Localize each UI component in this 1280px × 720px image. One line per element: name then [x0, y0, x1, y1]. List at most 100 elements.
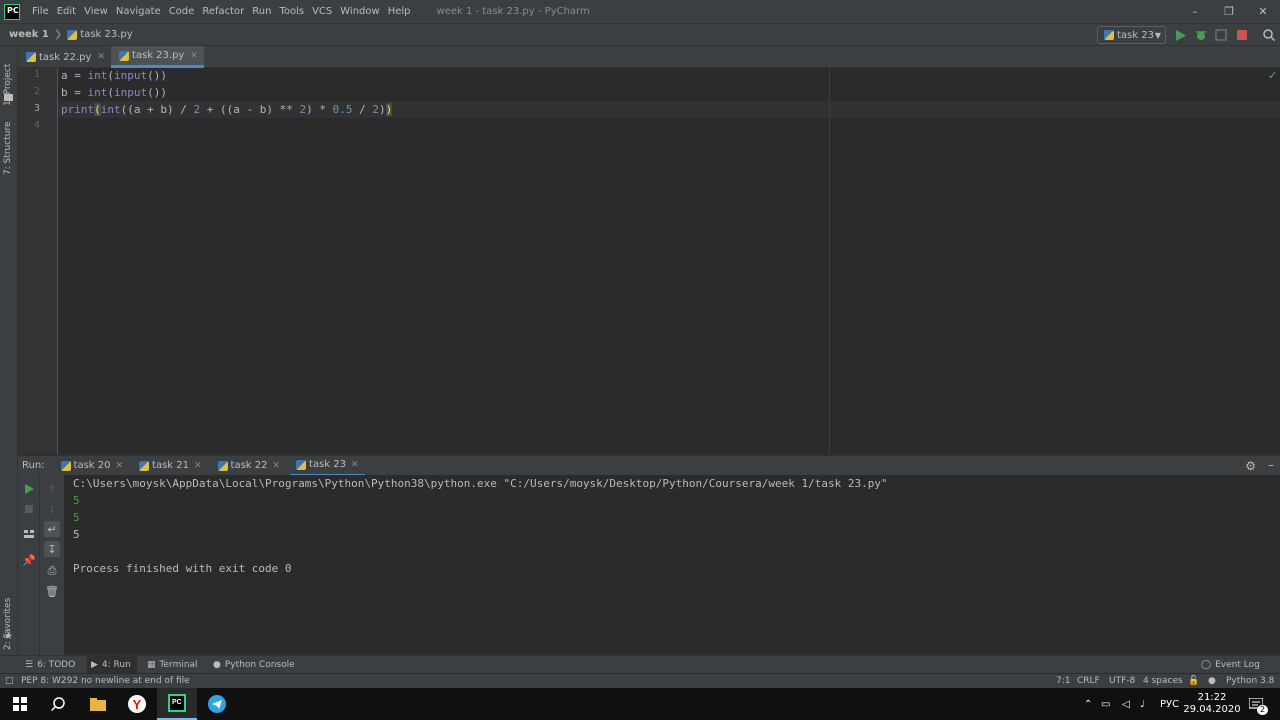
tool-tab-favorites[interactable]: 2: Favorites [0, 586, 18, 656]
menu-vcs[interactable]: VCS [308, 0, 336, 23]
python-file-icon [26, 52, 36, 62]
line-number: 2 [33, 86, 40, 97]
windows-taskbar: Y PC ⌃ ▭ ◁ ♩ РУС 21:22 29.04.2020 2 [0, 688, 1280, 720]
menu-help[interactable]: Help [384, 0, 415, 23]
hide-panel-icon[interactable]: – [1268, 458, 1274, 472]
status-bar: □ PEP 8: W292 no newline at end of file … [0, 673, 1280, 688]
trash-icon[interactable]: 🗑 [44, 583, 60, 599]
close-tab-icon[interactable]: ✕ [351, 460, 359, 470]
layout-button[interactable] [21, 526, 37, 542]
close-window-icon[interactable]: ✕ [1246, 0, 1280, 23]
console-exit-message: Process finished with exit code 0 [73, 562, 292, 575]
menu-view[interactable]: View [80, 0, 112, 23]
taskbar-file-explorer[interactable] [78, 688, 118, 720]
minimize-icon[interactable]: – [1178, 0, 1212, 23]
code-editor[interactable] [58, 68, 1280, 454]
menu-navigate[interactable]: Navigate [112, 0, 165, 23]
caret-position[interactable]: 7:1 [1056, 674, 1070, 689]
power-icon[interactable]: ▭ [1101, 688, 1110, 720]
status-message[interactable]: PEP 8: W292 no newline at end of file [21, 674, 190, 689]
pycharm-logo-icon: PC [4, 3, 20, 20]
python-file-icon [296, 459, 307, 470]
menu-window[interactable]: Window [336, 0, 383, 23]
search-icon [1263, 29, 1275, 41]
close-tab-icon[interactable]: ✕ [116, 461, 124, 471]
stop-button[interactable] [1235, 28, 1249, 42]
run-tab-task22[interactable]: task 22 ✕ [212, 456, 287, 476]
arrow-up-icon[interactable]: ↑ [44, 481, 60, 497]
menu-file[interactable]: File [28, 0, 53, 23]
stop-run-button[interactable] [21, 501, 37, 517]
code-line-1[interactable]: a = int(input()) [61, 67, 167, 84]
action-center-button[interactable]: 2 [1246, 688, 1269, 720]
window-title: week 1 - task 23.py - PyCharm [436, 6, 590, 17]
run-button[interactable] [1174, 28, 1188, 42]
breadcrumb-project[interactable]: week 1 [9, 29, 49, 40]
arrow-down-icon[interactable]: ↓ [44, 501, 60, 517]
interpreter-selector[interactable]: Python 3.8 [1226, 674, 1274, 689]
interpreter-icon: ● [1208, 676, 1216, 686]
coverage-button[interactable] [1214, 28, 1228, 42]
code-line-3[interactable]: print(int((a + b) / 2 + ((a - b) ** 2) *… [61, 101, 393, 118]
windows-start-button[interactable] [0, 688, 40, 720]
run-tab-task20[interactable]: task 20 ✕ [55, 456, 130, 476]
close-tab-icon[interactable]: ✕ [194, 461, 202, 471]
close-tab-icon[interactable]: ✕ [190, 51, 198, 61]
file-encoding[interactable]: UTF-8 [1109, 674, 1135, 689]
lock-icon[interactable]: 🔓 [1188, 674, 1199, 689]
tool-tab-structure[interactable]: 7: Structure [0, 121, 18, 181]
clock[interactable]: 21:22 29.04.2020 [1183, 688, 1240, 720]
tool-tab-project[interactable]: 1: Project [0, 52, 18, 112]
restore-icon[interactable]: ❐ [1212, 0, 1246, 23]
show-hidden-icons-chevron-up-icon[interactable]: ⌃ [1084, 688, 1092, 720]
run-tool-window-header: Run: task 20 ✕ task 21 ✕ task 22 ✕ task … [18, 455, 1280, 476]
close-tab-icon[interactable]: ✕ [273, 461, 281, 471]
tool-tab-terminal[interactable]: ▦ Terminal [147, 656, 198, 674]
print-icon[interactable]: ⎙ [44, 563, 60, 579]
indent-setting[interactable]: 4 spaces [1143, 674, 1183, 689]
menu-run[interactable]: Run [248, 0, 275, 23]
taskbar-yandex-browser[interactable]: Y [117, 688, 157, 720]
line-number: 4 [33, 120, 40, 131]
menu-refactor[interactable]: Refactor [198, 0, 248, 23]
rerun-button[interactable] [21, 481, 37, 497]
taskbar-pycharm[interactable]: PC [157, 688, 197, 720]
run-toolbar-secondary: ↑ ↓ ↵ ↧ ⎙ 🗑 [40, 475, 64, 655]
menu-tools[interactable]: Tools [275, 0, 308, 23]
pin-icon[interactable]: 📌 [21, 552, 37, 568]
taskbar-search-button[interactable] [38, 688, 78, 720]
run-tab-task23[interactable]: task 23 ✕ [290, 456, 365, 476]
menu-edit[interactable]: Edit [53, 0, 80, 23]
tool-tab-python-console[interactable]: ● Python Console [213, 656, 295, 674]
volume-icon[interactable]: ♩ [1140, 688, 1145, 720]
console-output-line: 5 [73, 528, 80, 541]
run-tab-task21[interactable]: task 21 ✕ [133, 456, 208, 476]
tool-tab-event-log[interactable]: ◯ Event Log [1201, 656, 1260, 674]
taskbar-telegram[interactable] [197, 688, 237, 720]
folder-icon [90, 697, 106, 711]
gear-icon[interactable]: ⚙ [1245, 459, 1256, 473]
breadcrumb-file[interactable]: task 23.py [80, 29, 132, 40]
run-configuration-selector[interactable]: task 23 ▼ [1097, 26, 1166, 44]
search-everywhere-button[interactable] [1262, 28, 1276, 42]
python-file-icon [217, 460, 228, 471]
wifi-icon[interactable]: ◁ [1122, 688, 1130, 720]
soft-wrap-icon[interactable]: ↵ [44, 521, 60, 537]
svg-text:PC: PC [172, 699, 182, 706]
inspection-ok-icon[interactable]: ✓ [1268, 69, 1277, 82]
status-panel-toggle-icon[interactable]: □ [5, 674, 14, 689]
scroll-to-end-icon[interactable]: ↧ [44, 541, 60, 557]
close-tab-icon[interactable]: ✕ [97, 52, 105, 62]
tool-tab-todo[interactable]: ☰ 6: TODO [25, 656, 75, 674]
editor-tab-task22[interactable]: task 22.py ✕ [18, 46, 111, 68]
input-language[interactable]: РУС [1160, 688, 1179, 720]
tool-tab-run[interactable]: ▶ 4: Run [87, 656, 137, 674]
line-separator[interactable]: CRLF [1077, 674, 1100, 689]
code-line-2[interactable]: b = int(input()) [61, 84, 167, 101]
debug-button[interactable] [1194, 28, 1208, 42]
notification-count-badge: 2 [1257, 705, 1269, 715]
svg-text:Y: Y [133, 697, 142, 712]
menu-code[interactable]: Code [165, 0, 199, 23]
stop-icon [1237, 30, 1247, 40]
editor-tab-task23[interactable]: task 23.py ✕ [110, 46, 204, 68]
